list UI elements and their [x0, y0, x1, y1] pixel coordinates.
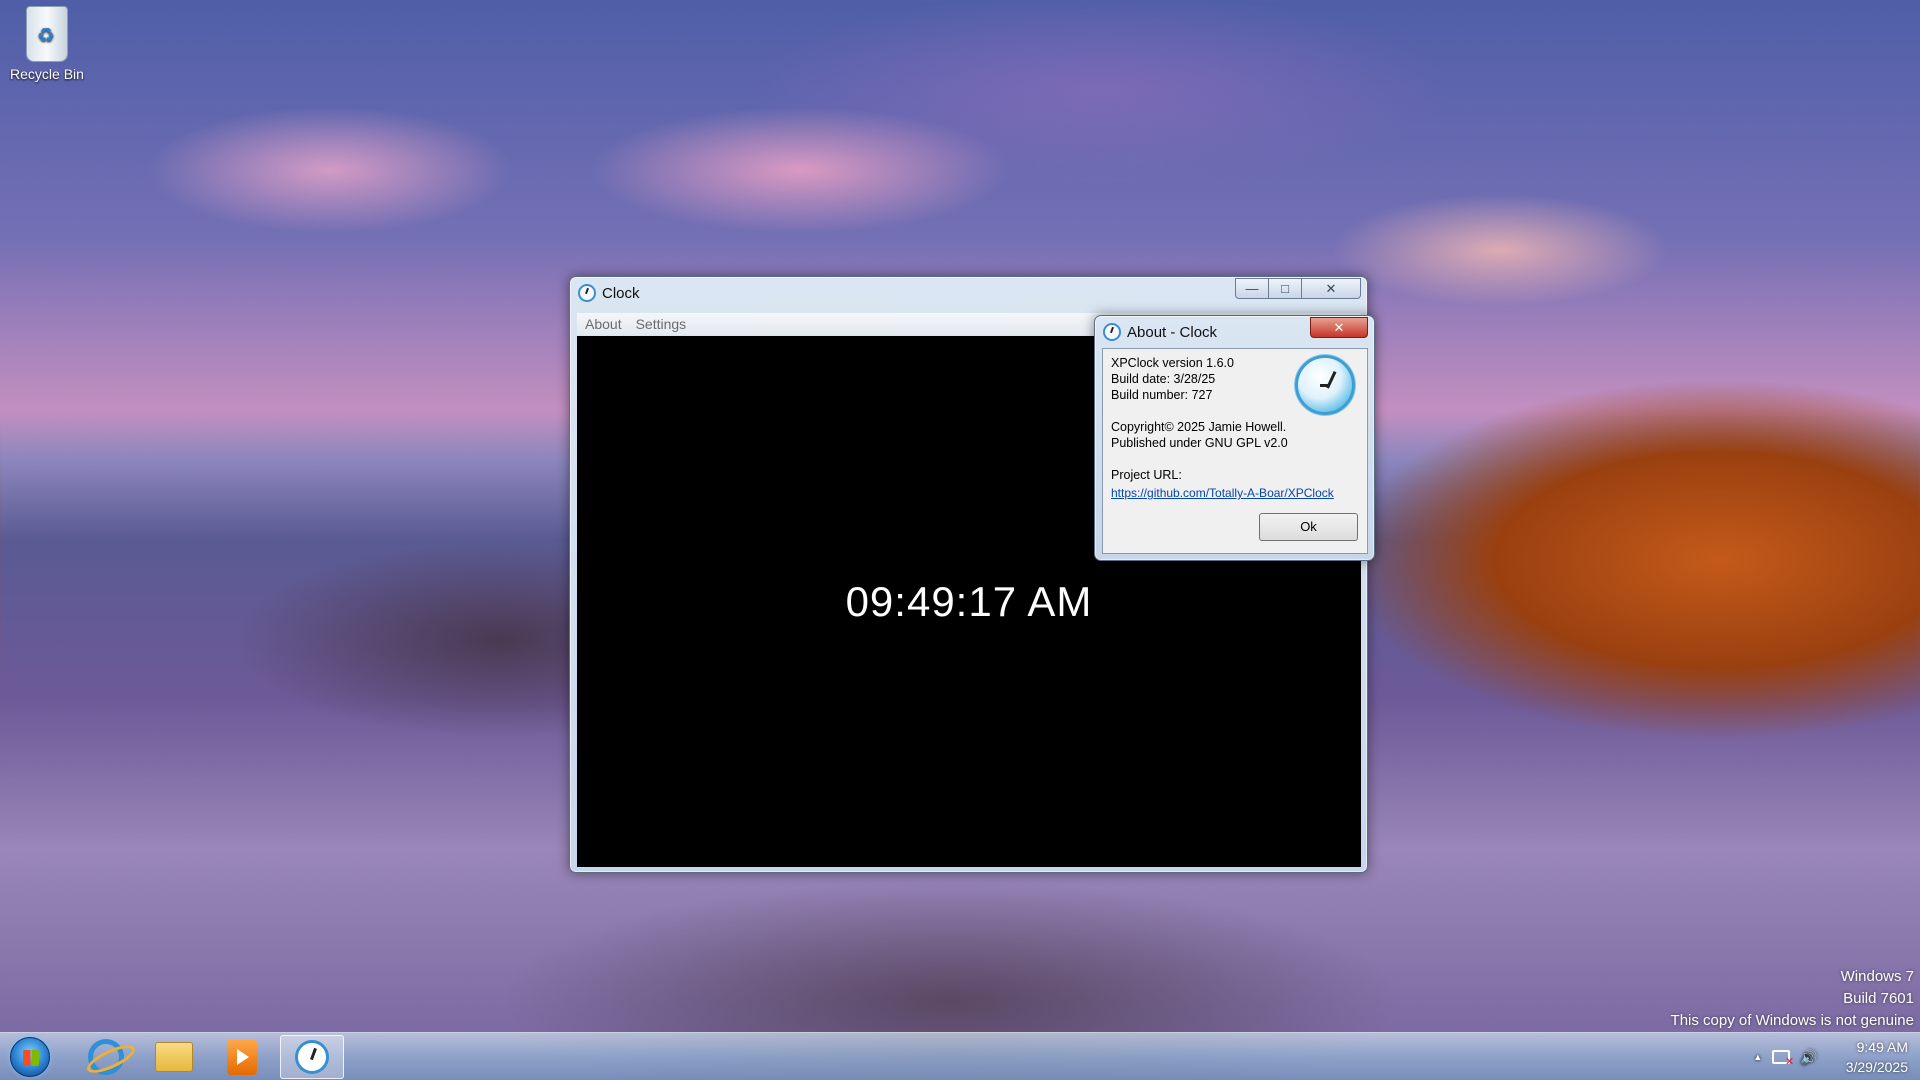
- watermark-line2: Build 7601: [1843, 990, 1914, 1007]
- menu-about[interactable]: About: [585, 316, 622, 332]
- start-button[interactable]: [10, 1037, 50, 1077]
- recycle-bin-icon: [26, 6, 68, 62]
- taskbar-clock-app[interactable]: [280, 1035, 344, 1079]
- about-close-button[interactable]: ✕: [1310, 317, 1368, 338]
- clock-title-icon: [578, 284, 596, 302]
- about-title-icon: [1103, 323, 1121, 341]
- about-close-icon: ✕: [1333, 319, 1345, 335]
- tray-clock[interactable]: 9:49 AM 3/29/2025: [1846, 1037, 1908, 1077]
- minimize-icon: —: [1245, 281, 1259, 296]
- tray-time: 9:49 AM: [1856, 1039, 1908, 1055]
- taskbar-internet-explorer[interactable]: [74, 1035, 138, 1079]
- system-tray: ▲ ✕ 🔊 9:49 AM 3/29/2025: [1753, 1033, 1920, 1080]
- menu-settings[interactable]: Settings: [636, 316, 687, 332]
- about-dialog: About - Clock ✕ XPClock version 1.6.0 Bu…: [1094, 315, 1375, 561]
- taskbar-media-player[interactable]: [210, 1035, 274, 1079]
- tray-date: 3/29/2025: [1845, 1059, 1908, 1075]
- ok-button-label: Ok: [1300, 519, 1317, 534]
- copyright-text: Copyright© 2025 Jamie Howell.: [1111, 420, 1287, 434]
- project-url-link[interactable]: https://github.com/Totally-A-Boar/XPCloc…: [1111, 485, 1359, 501]
- clock-app-icon: [295, 1040, 329, 1074]
- clock-window-title: Clock: [602, 284, 640, 302]
- maximize-icon: □: [1281, 281, 1289, 296]
- ok-button[interactable]: Ok: [1259, 513, 1358, 541]
- close-button[interactable]: ✕: [1301, 278, 1361, 299]
- maximize-button[interactable]: □: [1268, 278, 1302, 299]
- project-url-label: Project URL:: [1111, 468, 1182, 482]
- internet-explorer-icon: [88, 1039, 124, 1075]
- volume-icon[interactable]: 🔊: [1800, 1049, 1817, 1066]
- watermark-line3: This copy of Windows is not genuine: [1670, 1012, 1914, 1029]
- taskbar-folder[interactable]: [142, 1035, 206, 1079]
- watermark-line1: Windows 7: [1840, 968, 1914, 985]
- minimize-button[interactable]: —: [1235, 278, 1269, 299]
- recycle-bin-label: Recycle Bin: [10, 66, 84, 82]
- clock-logo-icon: [1295, 355, 1355, 415]
- about-content: XPClock version 1.6.0 Build date: 3/28/2…: [1102, 348, 1368, 554]
- close-icon: ✕: [1325, 280, 1337, 296]
- about-dialog-title: About - Clock: [1127, 323, 1218, 341]
- license-text: Published under GNU GPL v2.0: [1111, 436, 1288, 450]
- network-icon[interactable]: ✕: [1772, 1050, 1794, 1068]
- windows-watermark: Windows 7 Build 7601 This copy of Window…: [1671, 966, 1914, 1032]
- media-player-icon: [227, 1039, 257, 1075]
- taskbar: ▲ ✕ 🔊 9:49 AM 3/29/2025: [0, 1032, 1920, 1080]
- time-display: 09:49:17 AM: [845, 577, 1093, 625]
- recycle-bin[interactable]: Recycle Bin: [6, 6, 88, 82]
- folder-icon: [155, 1042, 193, 1072]
- show-hidden-icons-arrow[interactable]: ▲: [1753, 1052, 1762, 1062]
